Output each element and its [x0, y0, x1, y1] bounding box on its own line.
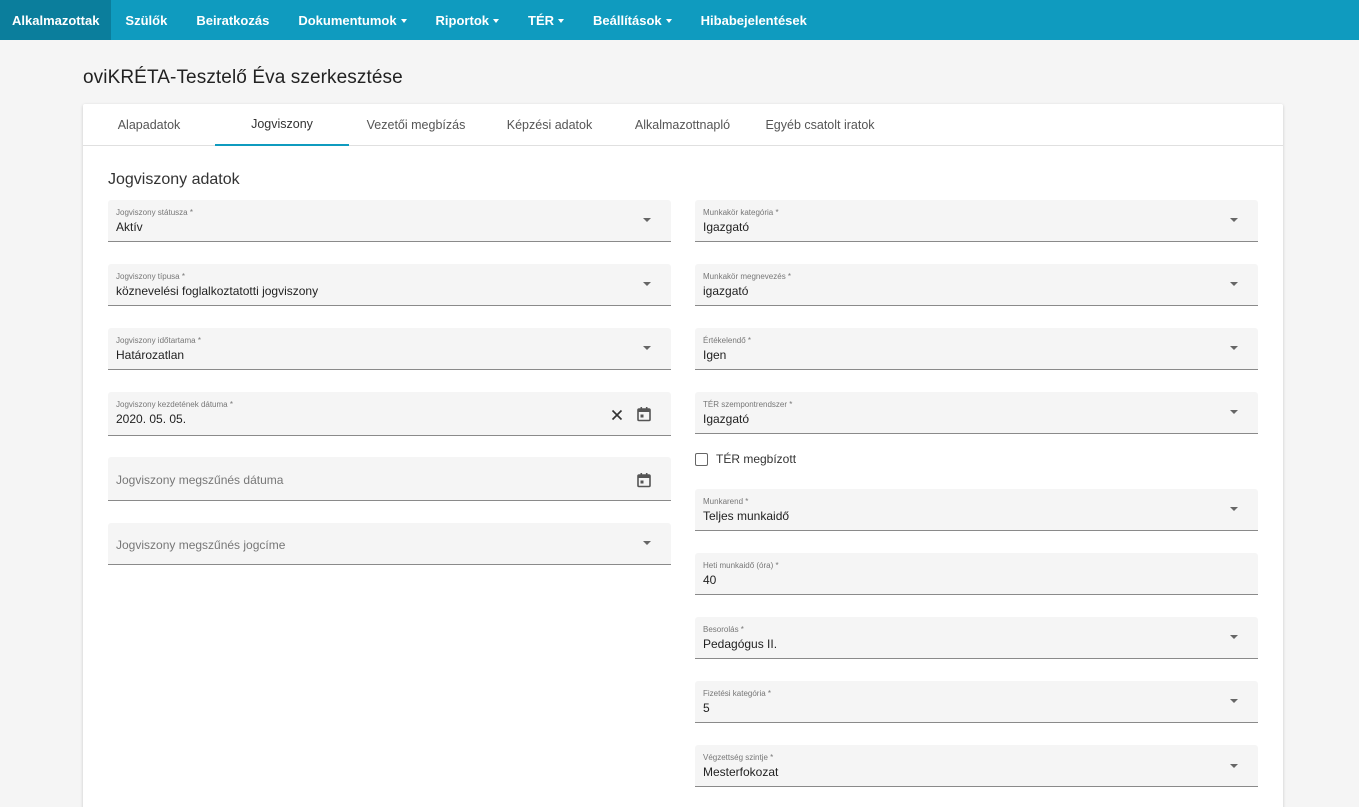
- nav-label: Riportok: [435, 12, 489, 28]
- calendar-icon[interactable]: [636, 406, 652, 422]
- checkbox-label: TÉR megbízott: [716, 452, 797, 466]
- dropdown-arrow-icon: [1230, 218, 1238, 222]
- nav-item-szulok[interactable]: Szülők: [111, 0, 182, 40]
- tab-label: Alapadatok: [117, 118, 181, 132]
- ter-megbizott-checkbox-row[interactable]: TÉR megbízott: [695, 452, 796, 466]
- munkakor-kategoria-select[interactable]: Munkakör kategória * Igazgató: [695, 200, 1258, 242]
- munkakor-megnevezes-select[interactable]: Munkakör megnevezés * igazgató: [695, 264, 1258, 306]
- calendar-icon[interactable]: [636, 472, 652, 488]
- field-label: Besorolás *: [703, 625, 744, 634]
- dropdown-arrow-icon: [643, 218, 651, 222]
- field-label: Végzettség szintje *: [703, 753, 774, 762]
- field-value: Igazgató: [703, 220, 750, 234]
- nav-item-alkalmazottak[interactable]: Alkalmazottak: [0, 0, 112, 40]
- jogviszony-megszunes-datum-datepicker[interactable]: Jogviszony megszűnés dátuma: [108, 457, 671, 501]
- nav-item-hibabejelentesek[interactable]: Hibabejelentések: [687, 0, 822, 40]
- nav-label: Dokumentumok: [298, 12, 397, 28]
- field-value: Igen: [703, 348, 727, 362]
- field-value: Teljes munkaidő: [703, 509, 790, 523]
- vegzettseg-szintje-select[interactable]: Végzettség szintje * Mesterfokozat: [695, 745, 1258, 787]
- field-value: 5: [703, 701, 710, 715]
- nav-label: Alkalmazottak: [12, 12, 100, 28]
- tab-egyeb-csatolt-iratok[interactable]: Egyéb csatolt iratok: [749, 104, 891, 146]
- tab-label: Alkalmazottnapló: [634, 118, 731, 132]
- dropdown-arrow-icon: [643, 541, 651, 545]
- caret-down-icon: [400, 18, 407, 23]
- field-value: igazgató: [703, 284, 749, 298]
- ertekelendo-select[interactable]: Értékelendő * Igen: [695, 328, 1258, 370]
- ter-megbizott-checkbox[interactable]: [695, 452, 708, 466]
- dropdown-arrow-icon: [1230, 282, 1238, 286]
- field-placeholder: Jogviszony megszűnés jogcíme: [116, 538, 286, 552]
- section-title: Jogviszony adatok: [108, 171, 240, 188]
- clear-icon[interactable]: [609, 407, 625, 423]
- jogviszony-idotartama-select[interactable]: Jogviszony időtartama * Határozatlan: [108, 328, 671, 370]
- dropdown-arrow-icon: [1230, 507, 1238, 511]
- field-label: TÉR szempontrendszer *: [703, 400, 793, 409]
- jogviszony-tipusa-select[interactable]: Jogviszony típusa * köznevelési foglalko…: [108, 264, 671, 306]
- field-value: Igazgató: [703, 412, 750, 426]
- munkarend-select[interactable]: Munkarend * Teljes munkaidő: [695, 489, 1258, 531]
- field-label: Jogviszony típusa *: [116, 272, 185, 281]
- field-label: Munkarend *: [703, 497, 749, 506]
- field-label: Jogviszony státusza *: [116, 208, 193, 217]
- jogviszony-kezdete-datepicker[interactable]: Jogviszony kezdetének dátuma * 2020. 05.…: [108, 392, 671, 436]
- tab-alapadatok[interactable]: Alapadatok: [83, 104, 215, 146]
- tab-label: Vezetői megbízás: [366, 118, 466, 132]
- nav-item-beiratkozas[interactable]: Beiratkozás: [182, 0, 284, 40]
- fizetesi-kategoria-select[interactable]: Fizetési kategória * 5: [695, 681, 1258, 723]
- tab-jogviszony[interactable]: Jogviszony: [215, 104, 349, 146]
- field-label: Heti munkaidő (óra) *: [703, 561, 779, 570]
- field-label: Jogviszony kezdetének dátuma *: [116, 400, 233, 409]
- caret-down-icon: [665, 18, 672, 23]
- field-label: Értékelendő *: [703, 336, 752, 345]
- field-label: Munkakör megnevezés *: [703, 272, 792, 281]
- field-value: Mesterfokozat: [703, 765, 779, 779]
- nav-item-beallitasok[interactable]: Beállítások: [579, 0, 687, 40]
- besorolas-select[interactable]: Besorolás * Pedagógus II.: [695, 617, 1258, 659]
- tab-vezetoi-megbizas[interactable]: Vezetői megbízás: [349, 104, 483, 146]
- page-title: oviKRÉTA-Tesztelő Éva szerkesztése: [83, 67, 403, 88]
- dropdown-arrow-icon: [643, 282, 651, 286]
- dropdown-arrow-icon: [1230, 635, 1238, 639]
- nav-label: Beállítások: [593, 12, 662, 28]
- heti-munkaido-input[interactable]: Heti munkaidő (óra) * 40: [695, 553, 1258, 595]
- field-value: 2020. 05. 05.: [116, 412, 187, 426]
- field-placeholder: Jogviszony megszűnés dátuma: [116, 473, 284, 487]
- tab-alkalmazottnaplo[interactable]: Alkalmazottnapló: [616, 104, 749, 146]
- tab-bar: Alapadatok Jogviszony Vezetői megbízás K…: [83, 104, 1283, 146]
- field-value: 40: [703, 573, 717, 587]
- tab-label: Képzési adatok: [506, 118, 593, 132]
- dropdown-arrow-icon: [1230, 699, 1238, 703]
- jogviszony-megszunes-jogcim-select[interactable]: Jogviszony megszűnés jogcíme: [108, 523, 671, 565]
- edit-card: Alapadatok Jogviszony Vezetői megbízás K…: [83, 104, 1283, 807]
- caret-down-icon: [493, 18, 499, 23]
- nav-item-ter[interactable]: TÉR: [514, 0, 579, 40]
- tab-kepzesi-adatok[interactable]: Képzési adatok: [483, 104, 616, 146]
- top-navbar: Alkalmazottak Szülők Beiratkozás Dokumen…: [0, 0, 1359, 40]
- tab-label: Egyéb csatolt iratok: [765, 118, 875, 132]
- tab-label: Jogviszony: [251, 117, 313, 131]
- dropdown-arrow-icon: [1230, 346, 1238, 350]
- field-value: Pedagógus II.: [703, 637, 778, 651]
- field-value: Aktív: [116, 220, 143, 234]
- nav-item-riportok[interactable]: Riportok: [422, 0, 514, 40]
- nav-label: Szülők: [125, 12, 168, 28]
- field-value: köznevelési foglalkoztatotti jogviszony: [116, 284, 319, 298]
- dropdown-arrow-icon: [643, 346, 651, 350]
- field-label: Munkakör kategória *: [703, 208, 779, 217]
- field-label: Jogviszony időtartama *: [116, 336, 201, 345]
- dropdown-arrow-icon: [1230, 764, 1238, 768]
- jogviszony-statusza-select[interactable]: Jogviszony státusza * Aktív: [108, 200, 671, 242]
- field-label: Fizetési kategória *: [703, 689, 772, 698]
- caret-down-icon: [558, 18, 564, 23]
- ter-szempontrendszer-select[interactable]: TÉR szempontrendszer * Igazgató: [695, 392, 1258, 434]
- nav-item-dokumentumok[interactable]: Dokumentumok: [284, 0, 421, 40]
- nav-label: Hibabejelentések: [700, 12, 807, 28]
- nav-label: TÉR: [528, 12, 554, 28]
- nav-label: Beiratkozás: [196, 12, 270, 28]
- dropdown-arrow-icon: [1230, 410, 1238, 414]
- field-value: Határozatlan: [116, 348, 185, 362]
